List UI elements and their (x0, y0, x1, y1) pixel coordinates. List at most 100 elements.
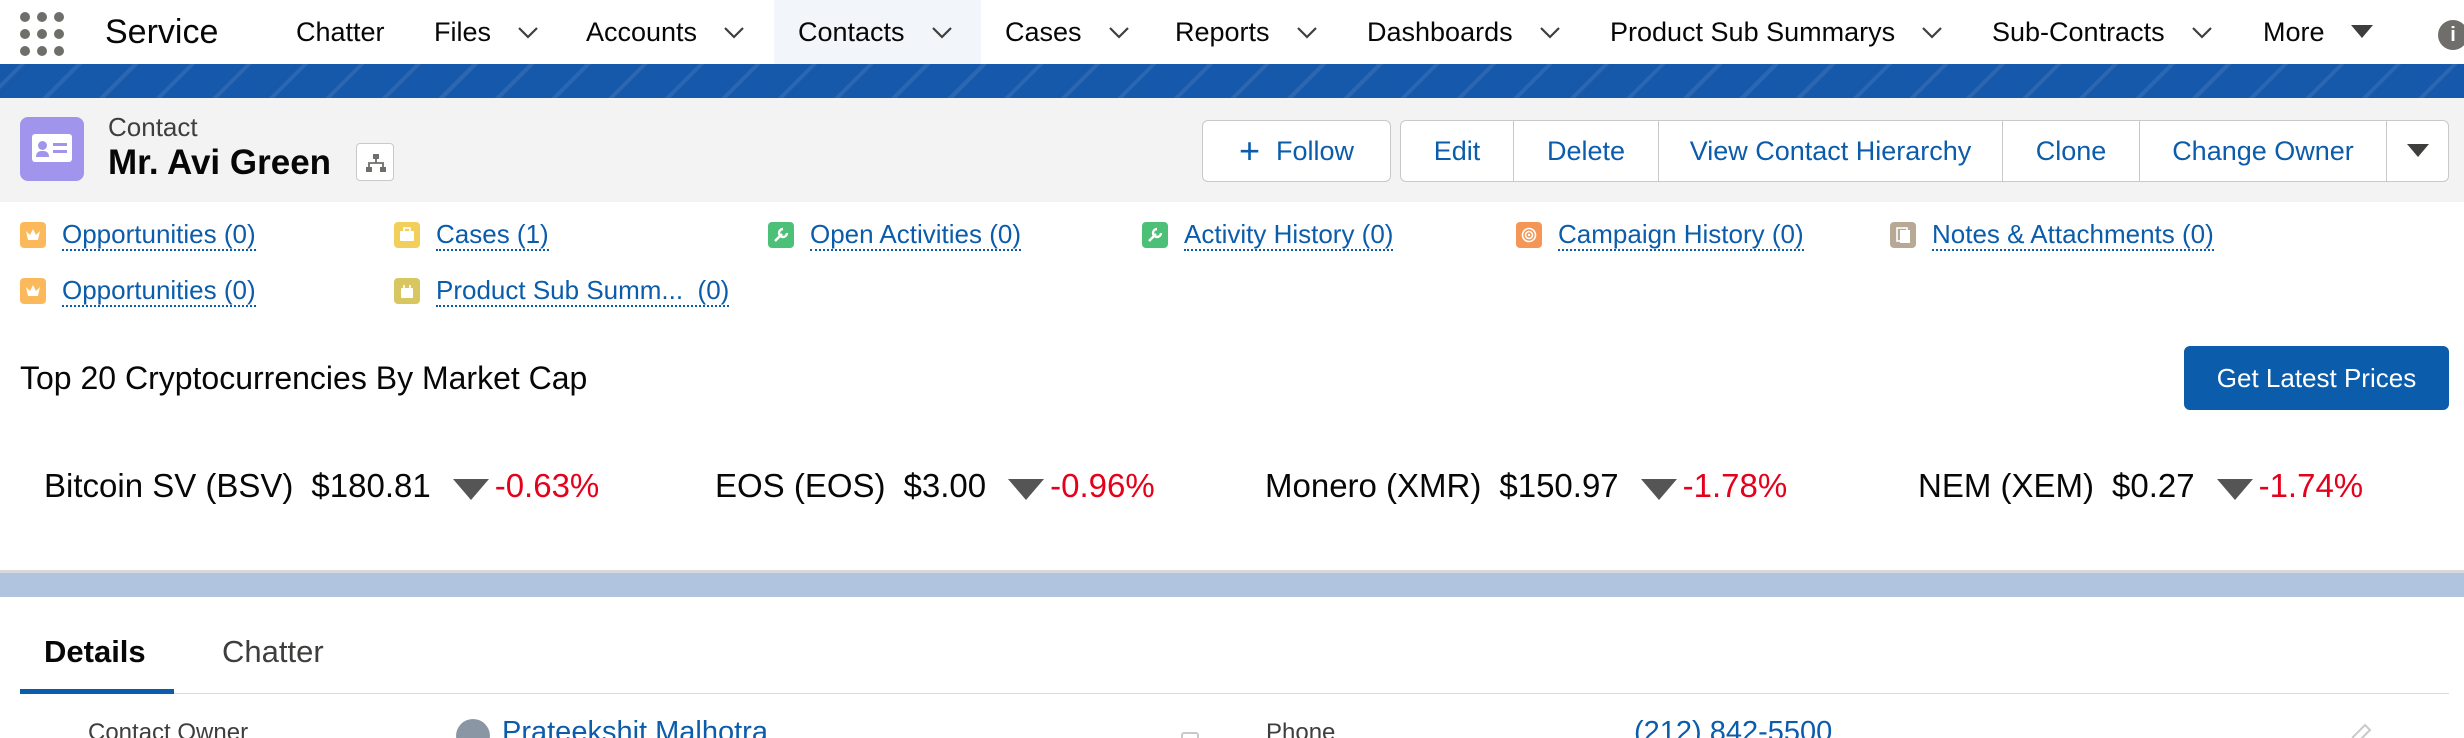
page-background-gap (0, 573, 2464, 597)
view-contact-hierarchy-button[interactable]: View Contact Hierarchy (1658, 120, 2003, 182)
app-launcher-icon[interactable] (16, 9, 64, 56)
crypto-component-title: Top 20 Cryptocurrencies By Market Cap (20, 360, 588, 396)
contact-owner-link[interactable]: Prateekshit Malhotra (502, 715, 768, 738)
change-owner-button[interactable]: Change Owner (2139, 120, 2387, 182)
related-link-activity-history[interactable]: Activity History (0) (1142, 218, 1394, 252)
follow-label: Follow (1276, 135, 1355, 166)
edit-button[interactable]: Edit (1400, 120, 1514, 182)
phone-link[interactable]: (212) 842-5500 (1634, 715, 1832, 738)
active-tab-indicator (20, 689, 174, 694)
coin-change: -1.74% (2258, 467, 2364, 504)
chevron-down-icon[interactable] (2189, 19, 2215, 45)
related-link-label: Opportunities (0) (62, 275, 256, 307)
nav-item-label: Dashboards (1367, 16, 1513, 47)
hierarchy-icon (366, 154, 386, 172)
down-arrow-icon (1008, 478, 1045, 500)
wrench-icon (1142, 222, 1168, 248)
tab-chatter[interactable]: Chatter (222, 627, 324, 687)
nav-item-cases[interactable]: Cases (981, 0, 1132, 64)
nav-item-label: More (2263, 16, 2325, 47)
hierarchy-button[interactable] (356, 143, 394, 181)
coin-name: Bitcoin SV (BSV) (44, 467, 294, 504)
contact-icon (20, 117, 84, 181)
tab-details[interactable]: Details (44, 627, 146, 687)
related-link-cases[interactable]: Cases (1) (394, 218, 549, 252)
nav-item-label: Reports (1175, 16, 1270, 47)
nav-item-reports[interactable]: Reports (1151, 0, 1320, 64)
opportunity-icon (20, 222, 46, 248)
record-header: Contact Mr. Avi Green + Follow Edit Dele… (0, 98, 2464, 202)
related-link-label: Opportunities (0) (62, 219, 256, 251)
brand-banner (0, 64, 2464, 98)
nav-item-label: Chatter (296, 16, 385, 47)
crypto-ticker-item: EOS (EOS) $3.00 -0.96% (715, 465, 1155, 507)
case-icon (394, 222, 420, 248)
get-latest-prices-button[interactable]: Get Latest Prices (2184, 346, 2449, 410)
related-link-label: Activity History (0) (1184, 219, 1394, 251)
coin-price: $150.97 (1499, 467, 1619, 504)
caret-down-icon[interactable] (2350, 25, 2373, 39)
app-name: Service (105, 13, 219, 51)
related-link-opportunities[interactable]: Opportunities (0) (20, 218, 256, 252)
chevron-down-icon[interactable] (1294, 19, 1320, 45)
related-link-label: Open Activities (0) (810, 219, 1021, 251)
down-arrow-icon (2216, 478, 2253, 500)
down-arrow-icon (452, 478, 489, 500)
campaign-icon (1516, 222, 1542, 248)
chevron-down-icon[interactable] (929, 19, 955, 45)
tab-bar-border (20, 693, 2449, 694)
nav-item-files[interactable]: Files (410, 0, 541, 64)
lock-icon (1181, 732, 1199, 738)
more-actions-button[interactable] (2386, 120, 2449, 182)
chevron-down-icon[interactable] (515, 19, 541, 45)
nav-item-label: Accounts (586, 16, 698, 47)
coin-price: $3.00 (903, 467, 987, 504)
global-navigation: Service Chatter Files Accounts Contacts … (0, 0, 2464, 64)
nav-item-product-sub-summarys[interactable]: Product Sub Summarys (1586, 0, 1945, 64)
coin-change: -1.78% (1682, 467, 1788, 504)
chevron-down-icon[interactable] (721, 19, 747, 45)
record-name: Mr. Avi Green (108, 143, 332, 182)
coin-change: -0.96% (1050, 467, 1155, 504)
delete-button[interactable]: Delete (1513, 120, 1659, 182)
chevron-down-icon[interactable] (1919, 19, 1945, 45)
crypto-ticker-item: NEM (XEM) $0.27 -1.74% (1918, 465, 2363, 507)
nav-item-accounts[interactable]: Accounts (562, 0, 747, 64)
chevron-down-icon[interactable] (1537, 19, 1563, 45)
related-link-label: Product Sub Summ... (0) (436, 275, 730, 307)
related-link-campaign-history[interactable]: Campaign History (0) (1516, 218, 1804, 252)
plus-icon: + (1238, 130, 1260, 171)
avatar (456, 719, 490, 738)
phone-label: Phone (1266, 719, 1336, 738)
chevron-down-icon[interactable] (1106, 19, 1132, 45)
nav-item-label: Cases (1005, 16, 1082, 47)
coin-name: EOS (EOS) (715, 467, 886, 504)
crypto-ticker-item: Monero (XMR) $150.97 -1.78% (1265, 465, 1787, 507)
related-link-label: Campaign History (0) (1558, 219, 1804, 251)
crypto-ticker-item: Bitcoin SV (BSV) $180.81 -0.63% (44, 465, 599, 507)
nav-item-sub-contracts[interactable]: Sub-Contracts (1968, 0, 2215, 64)
info-icon[interactable]: i (2438, 20, 2464, 50)
coin-price: $0.27 (2112, 467, 2195, 504)
coin-name: NEM (XEM) (1918, 467, 2094, 504)
down-arrow-icon (1640, 478, 1677, 500)
coin-price: $180.81 (311, 467, 431, 504)
opportunity-icon (20, 278, 46, 304)
related-link-product-sub-summarys[interactable]: Product Sub Summ... (0) (394, 274, 730, 308)
wrench-icon (768, 222, 794, 248)
related-link-notes-attachments[interactable]: Notes & Attachments (0) (1890, 218, 2214, 252)
related-link-open-activities[interactable]: Open Activities (0) (768, 218, 1021, 252)
nav-item-chatter[interactable]: Chatter (272, 0, 385, 64)
follow-button[interactable]: + Follow (1202, 120, 1391, 182)
related-link-label: Cases (1) (436, 219, 549, 251)
related-link-opportunities-2[interactable]: Opportunities (0) (20, 274, 256, 308)
clone-button[interactable]: Clone (2002, 120, 2140, 182)
notes-icon (1890, 222, 1916, 248)
nav-item-dashboards[interactable]: Dashboards (1343, 0, 1563, 64)
contact-owner-label: Contact Owner (88, 719, 249, 738)
pencil-icon[interactable] (2346, 721, 2374, 738)
nav-item-label: Sub-Contracts (1992, 16, 2165, 47)
record-tabs-panel: Details Chatter Contact Owner Prateekshi… (0, 597, 2464, 738)
nav-item-more[interactable]: More (2239, 0, 2373, 64)
nav-item-contacts[interactable]: Contacts (774, 0, 981, 64)
